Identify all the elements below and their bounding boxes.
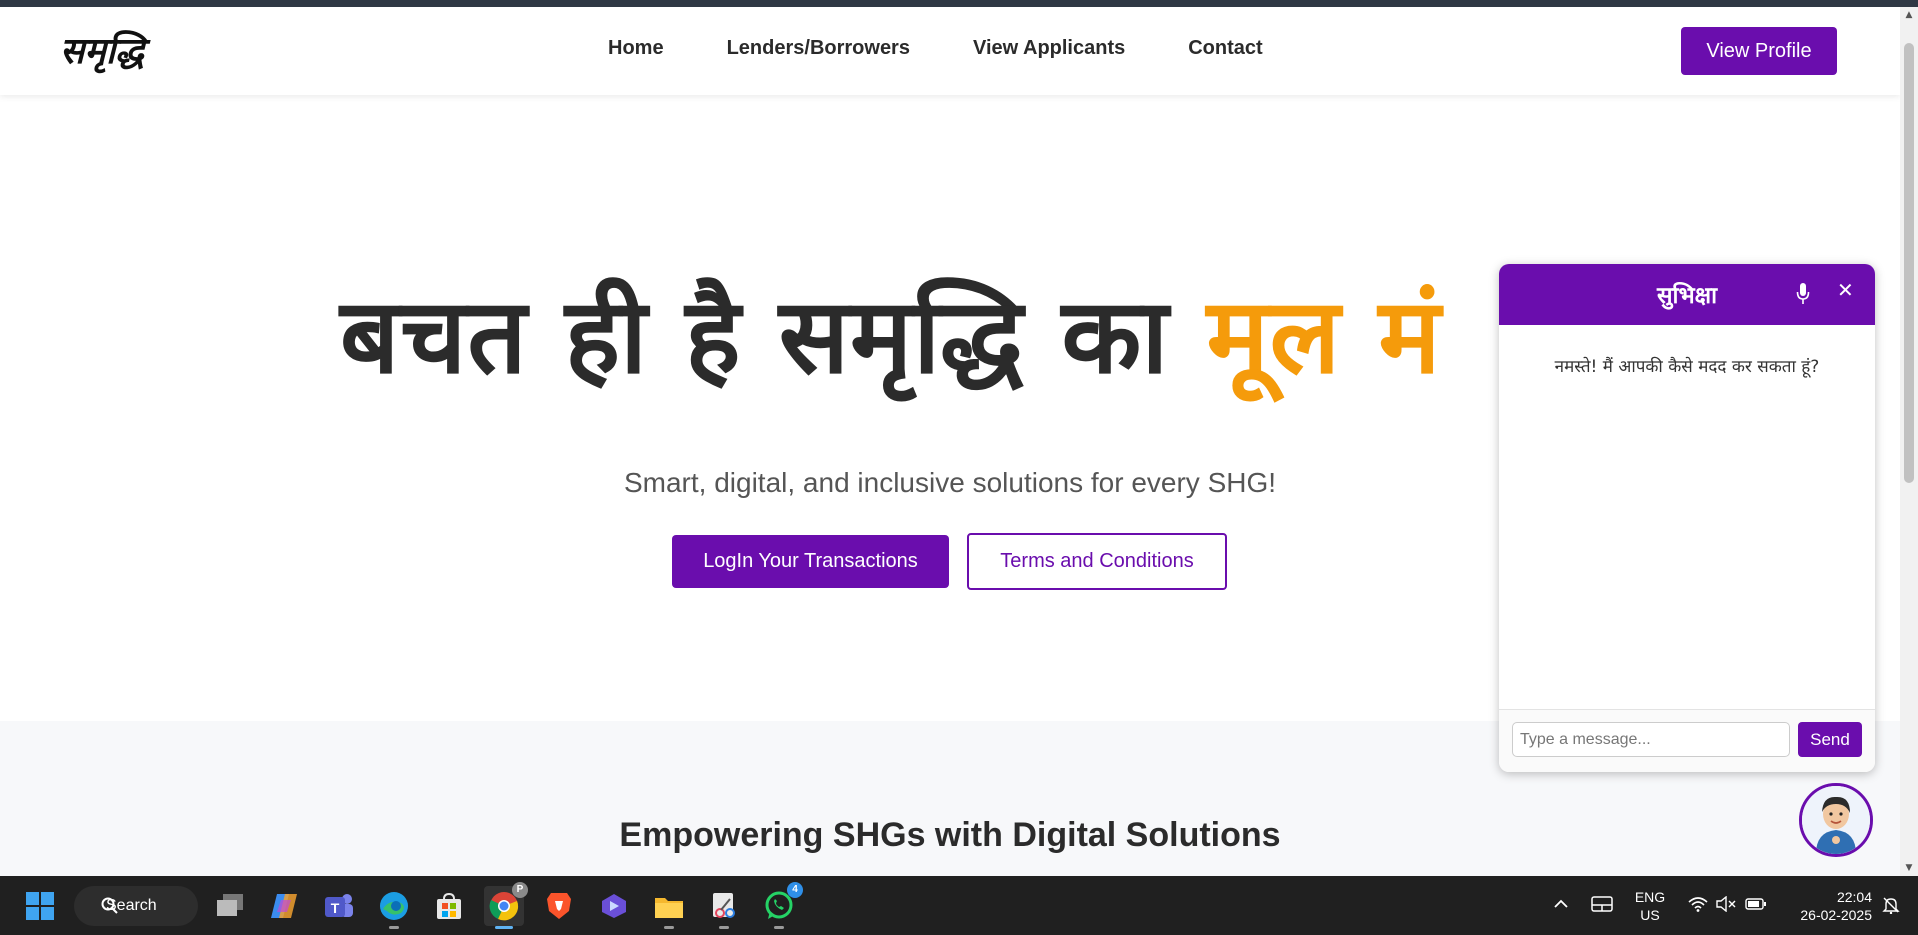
svg-text:T: T — [331, 900, 340, 916]
wifi-icon[interactable] — [1688, 896, 1708, 916]
edge-browser-icon[interactable] — [374, 886, 414, 929]
close-icon[interactable]: ✕ — [1837, 278, 1854, 302]
page-scrollbar[interactable]: ▲ ▼ — [1900, 7, 1918, 876]
chrome-profile-badge: P — [512, 882, 528, 898]
explorer-running-indicator — [664, 926, 674, 929]
copilot-icon[interactable] — [264, 886, 304, 926]
hero-title-accent: मूल मं — [1206, 275, 1442, 397]
microsoft-store-icon[interactable] — [429, 886, 469, 926]
nav-view-applicants-link[interactable]: View Applicants — [973, 37, 1125, 60]
clock-time: 22:04 — [1836, 889, 1872, 905]
terms-conditions-button[interactable]: Terms and Conditions — [967, 533, 1227, 590]
features-title: Empowering SHGs with Digital Solutions — [619, 816, 1281, 854]
search-icon — [101, 897, 118, 914]
snipping-tool-icon[interactable] — [704, 886, 744, 929]
brave-browser-icon[interactable] — [539, 886, 579, 926]
view-profile-button[interactable]: View Profile — [1681, 27, 1837, 75]
nav-lenders-borrowers-link[interactable]: Lenders/Borrowers — [727, 37, 910, 60]
chat-send-button[interactable]: Send — [1798, 722, 1862, 757]
whatsapp-icon[interactable]: 4 — [759, 882, 803, 929]
assistant-avatar-icon — [1802, 786, 1870, 854]
navbar: समृद्धि Home Lenders/Borrowers View Appl… — [0, 7, 1900, 95]
hero-title-main: बचत ही है समृद्धि का — [340, 275, 1207, 397]
clock-date: 26-02-2025 — [1800, 907, 1872, 923]
show-hidden-icons-chevron-icon[interactable] — [1552, 895, 1570, 917]
whatsapp-running-indicator — [774, 926, 784, 929]
nav-home-link[interactable]: Home — [608, 37, 664, 60]
language-code: ENG — [1634, 889, 1666, 905]
language-indicator[interactable]: ENG US — [1632, 888, 1668, 924]
scroll-up-arrow-icon[interactable]: ▲ — [1900, 7, 1918, 23]
nav-contact-link[interactable]: Contact — [1188, 37, 1262, 60]
browser-top-strip — [0, 0, 1918, 7]
site-logo[interactable]: समृद्धि — [60, 25, 144, 74]
chat-assistant-avatar[interactable] — [1799, 783, 1873, 857]
whatsapp-unread-badge: 4 — [787, 882, 803, 898]
chat-footer: Send — [1499, 709, 1875, 772]
taskbar-search[interactable]: Search — [74, 886, 198, 926]
chat-header: सुभिक्षा ✕ — [1499, 264, 1875, 325]
chat-title: सुभिक्षा — [1656, 283, 1718, 309]
windows-start-icon[interactable] — [20, 886, 60, 926]
scrollbar-thumb[interactable] — [1904, 43, 1914, 483]
tablet-mode-icon[interactable] — [1591, 895, 1613, 917]
clock[interactable]: 22:04 26-02-2025 — [1780, 888, 1872, 924]
nav-links: Home Lenders/Borrowers View Applicants C… — [608, 37, 1263, 60]
language-region: US — [1640, 907, 1660, 923]
windows-taskbar: Search T P 4 ENG US 22:04 26-02-2025 — [0, 876, 1918, 935]
snipping-running-indicator — [719, 926, 729, 929]
chrome-active-indicator — [495, 926, 513, 929]
chrome-browser-icon[interactable]: P — [484, 882, 528, 929]
scroll-down-arrow-icon[interactable]: ▼ — [1900, 860, 1918, 876]
chat-message-input[interactable] — [1512, 722, 1790, 757]
battery-icon[interactable] — [1745, 897, 1767, 915]
hero-title: बचत ही है समृद्धि का मूल मं — [340, 262, 1442, 403]
login-transactions-button[interactable]: LogIn Your Transactions — [672, 535, 949, 588]
notification-bell-icon[interactable] — [1882, 896, 1900, 918]
clipchamp-icon[interactable] — [594, 886, 634, 926]
chat-widget: सुभिक्षा ✕ नमस्ते! मैं आपकी कैसे मदद कर … — [1499, 264, 1875, 772]
file-explorer-icon[interactable] — [649, 886, 689, 929]
edge-running-indicator — [389, 926, 399, 929]
volume-muted-icon[interactable] — [1716, 895, 1738, 916]
task-view-icon[interactable] — [210, 886, 250, 926]
chat-welcome-message: नमस्ते! मैं आपकी कैसे मदद कर सकता हूं? — [1554, 357, 1820, 377]
teams-icon[interactable]: T — [319, 886, 359, 926]
microphone-icon[interactable] — [1795, 281, 1811, 307]
page-viewport: समृद्धि Home Lenders/Borrowers View Appl… — [0, 7, 1900, 876]
